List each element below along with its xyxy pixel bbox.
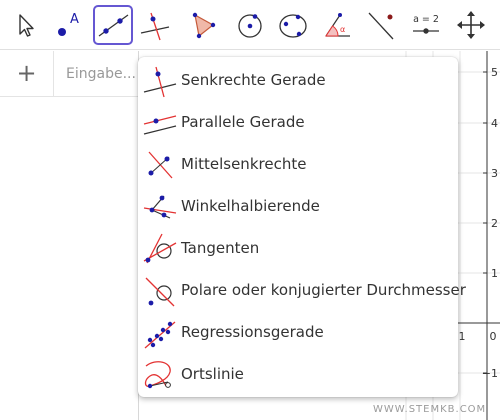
- menu-item-angle-bisector[interactable]: Winkelhalbierende: [138, 185, 458, 227]
- best-fit-line-icon: [144, 321, 176, 349]
- polar-diameter-icon: [145, 277, 175, 307]
- menu-item-label: Parallele Gerade: [181, 113, 305, 131]
- arrow-cursor-icon: [19, 14, 34, 37]
- move-tool-button[interactable]: [5, 5, 45, 45]
- point-a-icon: A: [58, 12, 79, 36]
- tangents-icon: [143, 233, 177, 264]
- circle-center-point-tool-button[interactable]: [230, 5, 270, 45]
- menu-item-label: Polare oder konjugierter Durchmesser: [181, 281, 466, 299]
- toolbar: A α a = 2: [0, 0, 500, 50]
- add-button[interactable]: +: [0, 51, 54, 97]
- y-tick-label: 1: [491, 267, 498, 280]
- slider-label: a = 2: [413, 14, 439, 25]
- line-tool-button[interactable]: [93, 5, 133, 45]
- perpendicular-line-icon: [143, 66, 177, 98]
- locus-icon: [144, 361, 171, 389]
- menu-item-polar-diameter[interactable]: Polare oder konjugierter Durchmesser: [138, 269, 466, 311]
- circle-center-icon: [238, 14, 262, 38]
- reflect-tool-button[interactable]: [361, 5, 401, 45]
- reflect-about-line-icon: [368, 12, 394, 40]
- menu-item-label: Senkrechte Gerade: [181, 71, 326, 89]
- angle-bisector-icon: [143, 195, 177, 219]
- watermark-text: WWW.STEMKB.COM: [373, 404, 487, 415]
- polygon-tool-button[interactable]: [184, 5, 224, 45]
- y-tick-label: −1: [482, 367, 498, 380]
- menu-item-label: Ortslinie: [181, 365, 244, 383]
- perpendicular-bisector-icon: [148, 151, 173, 179]
- tool-submenu: Senkrechte Gerade Parallele Gerade Mitte…: [138, 57, 466, 397]
- menu-item-label: Tangenten: [181, 239, 260, 257]
- menu-item-label: Mittelsenkrechte: [181, 155, 307, 173]
- y-tick-label: 4: [491, 117, 498, 130]
- angle-tool-button[interactable]: α: [318, 5, 358, 45]
- menu-item-label: Regressionsgerade: [181, 323, 324, 341]
- y-tick-label: 2: [491, 217, 498, 230]
- y-tick-label: 5: [491, 66, 498, 79]
- polygon-icon: [192, 12, 216, 39]
- menu-item-parallel-line[interactable]: Parallele Gerade: [138, 101, 458, 143]
- menu-item-label: Winkelhalbierende: [181, 197, 320, 215]
- menu-item-perpendicular-line[interactable]: Senkrechte Gerade: [138, 59, 458, 101]
- angle-icon: α: [325, 13, 350, 37]
- line-two-points-icon: [98, 14, 129, 37]
- slider-icon: a = 2: [413, 14, 439, 34]
- circle-three-points-tool-button[interactable]: [273, 5, 313, 45]
- algebra-view: + Eingabe...: [0, 51, 138, 420]
- x-tick-label: 0: [490, 330, 497, 343]
- algebra-input-row: + Eingabe...: [0, 51, 138, 97]
- svg-text:A: A: [70, 12, 79, 27]
- y-tick-label: 3: [491, 167, 498, 180]
- menu-item-locus[interactable]: Ortslinie: [138, 353, 458, 395]
- perpendicular-line-tool-button[interactable]: [135, 5, 175, 45]
- move-graphics-tool-button[interactable]: [451, 5, 491, 45]
- menu-item-perpendicular-bisector[interactable]: Mittelsenkrechte: [138, 143, 458, 185]
- perpendicular-line-icon: [140, 12, 170, 41]
- menu-item-best-fit-line[interactable]: Regressionsgerade: [138, 311, 458, 353]
- parallel-line-icon: [143, 115, 177, 135]
- move-graphics-icon: [457, 11, 485, 39]
- svg-text:α: α: [340, 25, 345, 34]
- menu-item-tangents[interactable]: Tangenten: [138, 227, 458, 269]
- slider-tool-button[interactable]: a = 2: [406, 5, 446, 45]
- circle-three-points-icon: [279, 14, 307, 38]
- algebra-input-field[interactable]: Eingabe...: [66, 66, 136, 82]
- point-tool-button[interactable]: A: [48, 5, 88, 45]
